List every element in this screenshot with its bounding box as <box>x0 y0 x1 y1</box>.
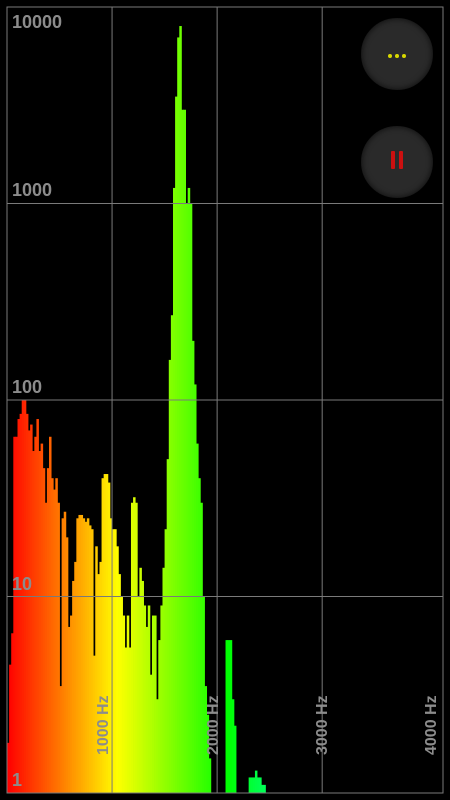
spectrum-bars <box>7 26 266 794</box>
pause-bar <box>391 150 395 169</box>
spectrum-chart <box>6 6 444 794</box>
x-tick-label-4000hz: 4000 Hz <box>423 695 440 755</box>
more-options-button[interactable] <box>361 18 433 90</box>
more-dot <box>388 54 392 58</box>
more-dot <box>402 54 406 58</box>
spectrum-bar <box>263 784 266 793</box>
y-tick-label-10000: 10000 <box>12 12 63 32</box>
y-tick-label-10: 10 <box>12 574 33 594</box>
spectrum-bar <box>233 725 237 793</box>
more-dot <box>395 54 399 58</box>
y-tick-label-1000: 1000 <box>12 180 53 200</box>
y-tick-label-1: 1 <box>12 770 23 790</box>
spectrum-bar <box>208 758 212 793</box>
pause-icon <box>389 150 405 174</box>
pause-button[interactable] <box>361 126 433 198</box>
x-tick-label-3000hz: 3000 Hz <box>314 695 331 755</box>
pause-bar <box>399 150 403 169</box>
y-tick-label-100: 100 <box>12 377 43 397</box>
more-horizontal-icon <box>387 45 408 63</box>
x-tick-label-2000hz: 2000 Hz <box>205 695 222 755</box>
x-tick-label-1000hz: 1000 Hz <box>95 695 112 755</box>
